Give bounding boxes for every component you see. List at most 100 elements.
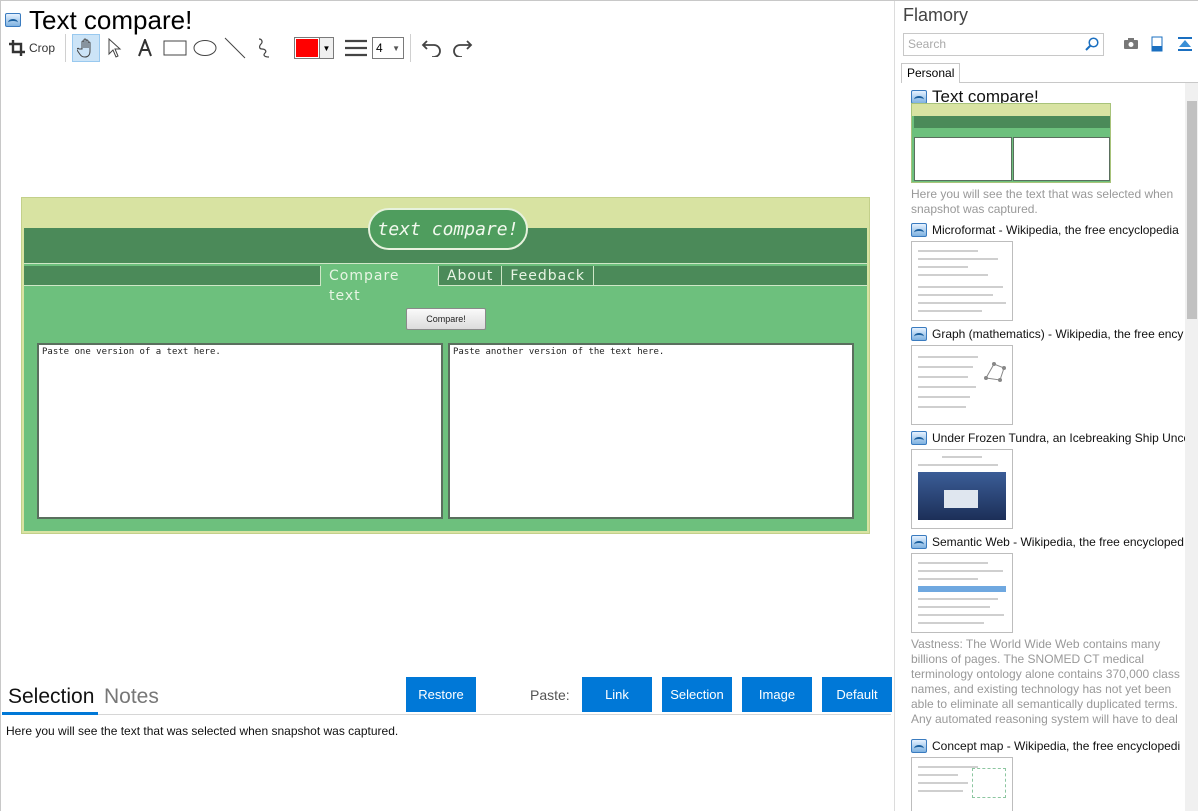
text-tool-button[interactable] <box>130 34 160 62</box>
list-item-header: Semantic Web - Wikipedia, the free encyc… <box>911 533 1185 551</box>
list-item-title: Under Frozen Tundra, an Icebreaking Ship… <box>932 431 1185 445</box>
list-item-header: Graph (mathematics) - Wikipedia, the fre… <box>911 325 1185 343</box>
hand-icon <box>77 38 91 58</box>
list-item-thumbnail <box>911 241 1013 321</box>
list-item-header: Under Frozen Tundra, an Icebreaking Ship… <box>911 429 1185 447</box>
search-icon[interactable] <box>1085 37 1099 51</box>
list-item-description: Vastness: The World Wide Web contains ma… <box>911 637 1180 726</box>
list-item[interactable]: Concept map - Wikipedia, the free encycl… <box>911 737 1185 811</box>
line-tool-button[interactable] <box>220 34 250 62</box>
paste-label: Paste: <box>530 687 570 703</box>
tab-notes[interactable]: Notes <box>104 685 159 709</box>
line-width-select[interactable]: 4 ▼ <box>372 37 405 59</box>
list-item-description: Here you will see the text that was sele… <box>911 187 1174 216</box>
app-name: Flamory <box>903 5 969 25</box>
page-icon <box>911 431 927 445</box>
freehand-tool-button[interactable] <box>250 34 280 62</box>
search-placeholder: Search <box>908 37 947 51</box>
snapshot-nav: Compare text About Feedback <box>24 266 867 304</box>
tab-divider <box>960 82 1198 83</box>
redo-icon <box>453 40 473 57</box>
page-icon <box>911 223 927 237</box>
page-icon <box>911 739 927 753</box>
snapshot-right-textarea: Paste another version of the text here. <box>448 343 854 519</box>
text-icon <box>138 39 152 57</box>
chevron-down-icon: ▼ <box>319 38 334 58</box>
concept-map-diagram <box>972 768 1006 798</box>
snapshot-nav-about: About <box>437 266 501 286</box>
camera-icon[interactable] <box>1123 36 1139 52</box>
list-item[interactable]: Semantic Web - Wikipedia, the free encyc… <box>911 533 1185 727</box>
list-item-thumbnail <box>911 103 1111 183</box>
page-icon <box>911 535 927 549</box>
pointer-icon <box>108 38 122 58</box>
color-swatch <box>296 39 319 57</box>
scrollbar-thumb[interactable] <box>1187 101 1197 319</box>
snapshot-image: text compare! Compare text About Feedbac… <box>21 197 870 534</box>
rectangle-icon <box>163 40 187 56</box>
list-item-title: Semantic Web - Wikipedia, the free encyc… <box>932 535 1184 549</box>
list-item[interactable]: Under Frozen Tundra, an Icebreaking Ship… <box>911 429 1185 529</box>
selection-text: Here you will see the text that was sele… <box>6 724 399 738</box>
snapshot-nav-compare: Compare text <box>320 266 438 304</box>
freehand-icon <box>258 38 270 58</box>
tab-divider <box>2 714 891 715</box>
undo-icon <box>421 40 441 57</box>
page-icon <box>911 327 927 341</box>
page-title: Text compare! <box>29 5 193 35</box>
ellipse-icon <box>193 40 217 56</box>
crop-button[interactable]: Crop <box>5 34 59 62</box>
toolbar-divider <box>65 34 67 62</box>
list-item-header: Concept map - Wikipedia, the free encycl… <box>911 737 1185 755</box>
flamory-sidebar: Flamory Search Personal Text compare! He… <box>894 1 1198 811</box>
page-icon <box>5 13 21 27</box>
list-item-thumbnail <box>911 449 1013 529</box>
rectangle-tool-button[interactable] <box>160 34 190 62</box>
title-bar: Text compare! <box>5 3 192 37</box>
app-window: Text compare! Crop ▼ 4 ▼ text compare! C… <box>0 0 1198 811</box>
paste-selection-button[interactable]: Selection <box>662 677 732 712</box>
list-item[interactable]: Text compare! Here you will see the text… <box>911 87 1185 217</box>
snapshot-compare-button: Compare! <box>406 308 486 330</box>
list-item-header: Microformat - Wikipedia, the free encycl… <box>911 221 1185 239</box>
undo-button[interactable] <box>417 34 447 62</box>
list-item-title: Microformat - Wikipedia, the free encycl… <box>932 223 1179 237</box>
snapshot-logo: text compare! <box>368 208 528 250</box>
snapshot-left-textarea: Paste one version of a text here. <box>37 343 443 519</box>
snapshot-page-body: text compare! Compare text About Feedbac… <box>24 208 867 531</box>
line-icon <box>224 37 246 59</box>
line-width-icon <box>345 39 368 57</box>
paste-link-button[interactable]: Link <box>582 677 652 712</box>
sidebar-scrollbar[interactable] <box>1185 83 1198 811</box>
chevron-down-icon: ▼ <box>392 43 401 53</box>
collapse-icon[interactable] <box>1177 36 1193 52</box>
toolbar-divider <box>410 34 412 62</box>
active-tab-indicator <box>2 712 98 715</box>
restore-button[interactable]: Restore <box>406 677 476 712</box>
color-picker[interactable]: ▼ <box>294 37 335 59</box>
ship-photo <box>918 472 1006 520</box>
list-item-title: Concept map - Wikipedia, the free encycl… <box>932 739 1181 753</box>
list-item-thumbnail <box>911 345 1013 425</box>
ellipse-tool-button[interactable] <box>190 34 220 62</box>
line-width-picker[interactable]: 4 ▼ <box>344 37 405 59</box>
list-item[interactable]: Microformat - Wikipedia, the free encycl… <box>911 221 1185 321</box>
snapshot-header-band: text compare! <box>24 208 867 264</box>
search-input[interactable]: Search <box>903 33 1104 56</box>
list-item-title: Graph (mathematics) - Wikipedia, the fre… <box>932 327 1184 341</box>
tab-personal[interactable]: Personal <box>901 63 960 83</box>
tab-selection[interactable]: Selection <box>8 685 94 709</box>
redo-button[interactable] <box>447 34 477 62</box>
annotation-toolbar: Crop ▼ 4 ▼ <box>5 33 477 63</box>
document-icon[interactable] <box>1149 36 1165 52</box>
graph-diagram-icon <box>984 362 1006 382</box>
pointer-tool-button[interactable] <box>100 34 130 62</box>
hand-tool-button[interactable] <box>72 34 101 62</box>
list-item[interactable]: Graph (mathematics) - Wikipedia, the fre… <box>911 325 1185 425</box>
line-width-value: 4 <box>376 41 383 55</box>
snapshot-viewer: Text compare! Crop ▼ 4 ▼ text compare! C… <box>1 1 894 811</box>
paste-default-button[interactable]: Default <box>822 677 892 712</box>
crop-icon <box>9 40 25 56</box>
paste-image-button[interactable]: Image <box>742 677 812 712</box>
list-item-thumbnail <box>911 757 1013 811</box>
